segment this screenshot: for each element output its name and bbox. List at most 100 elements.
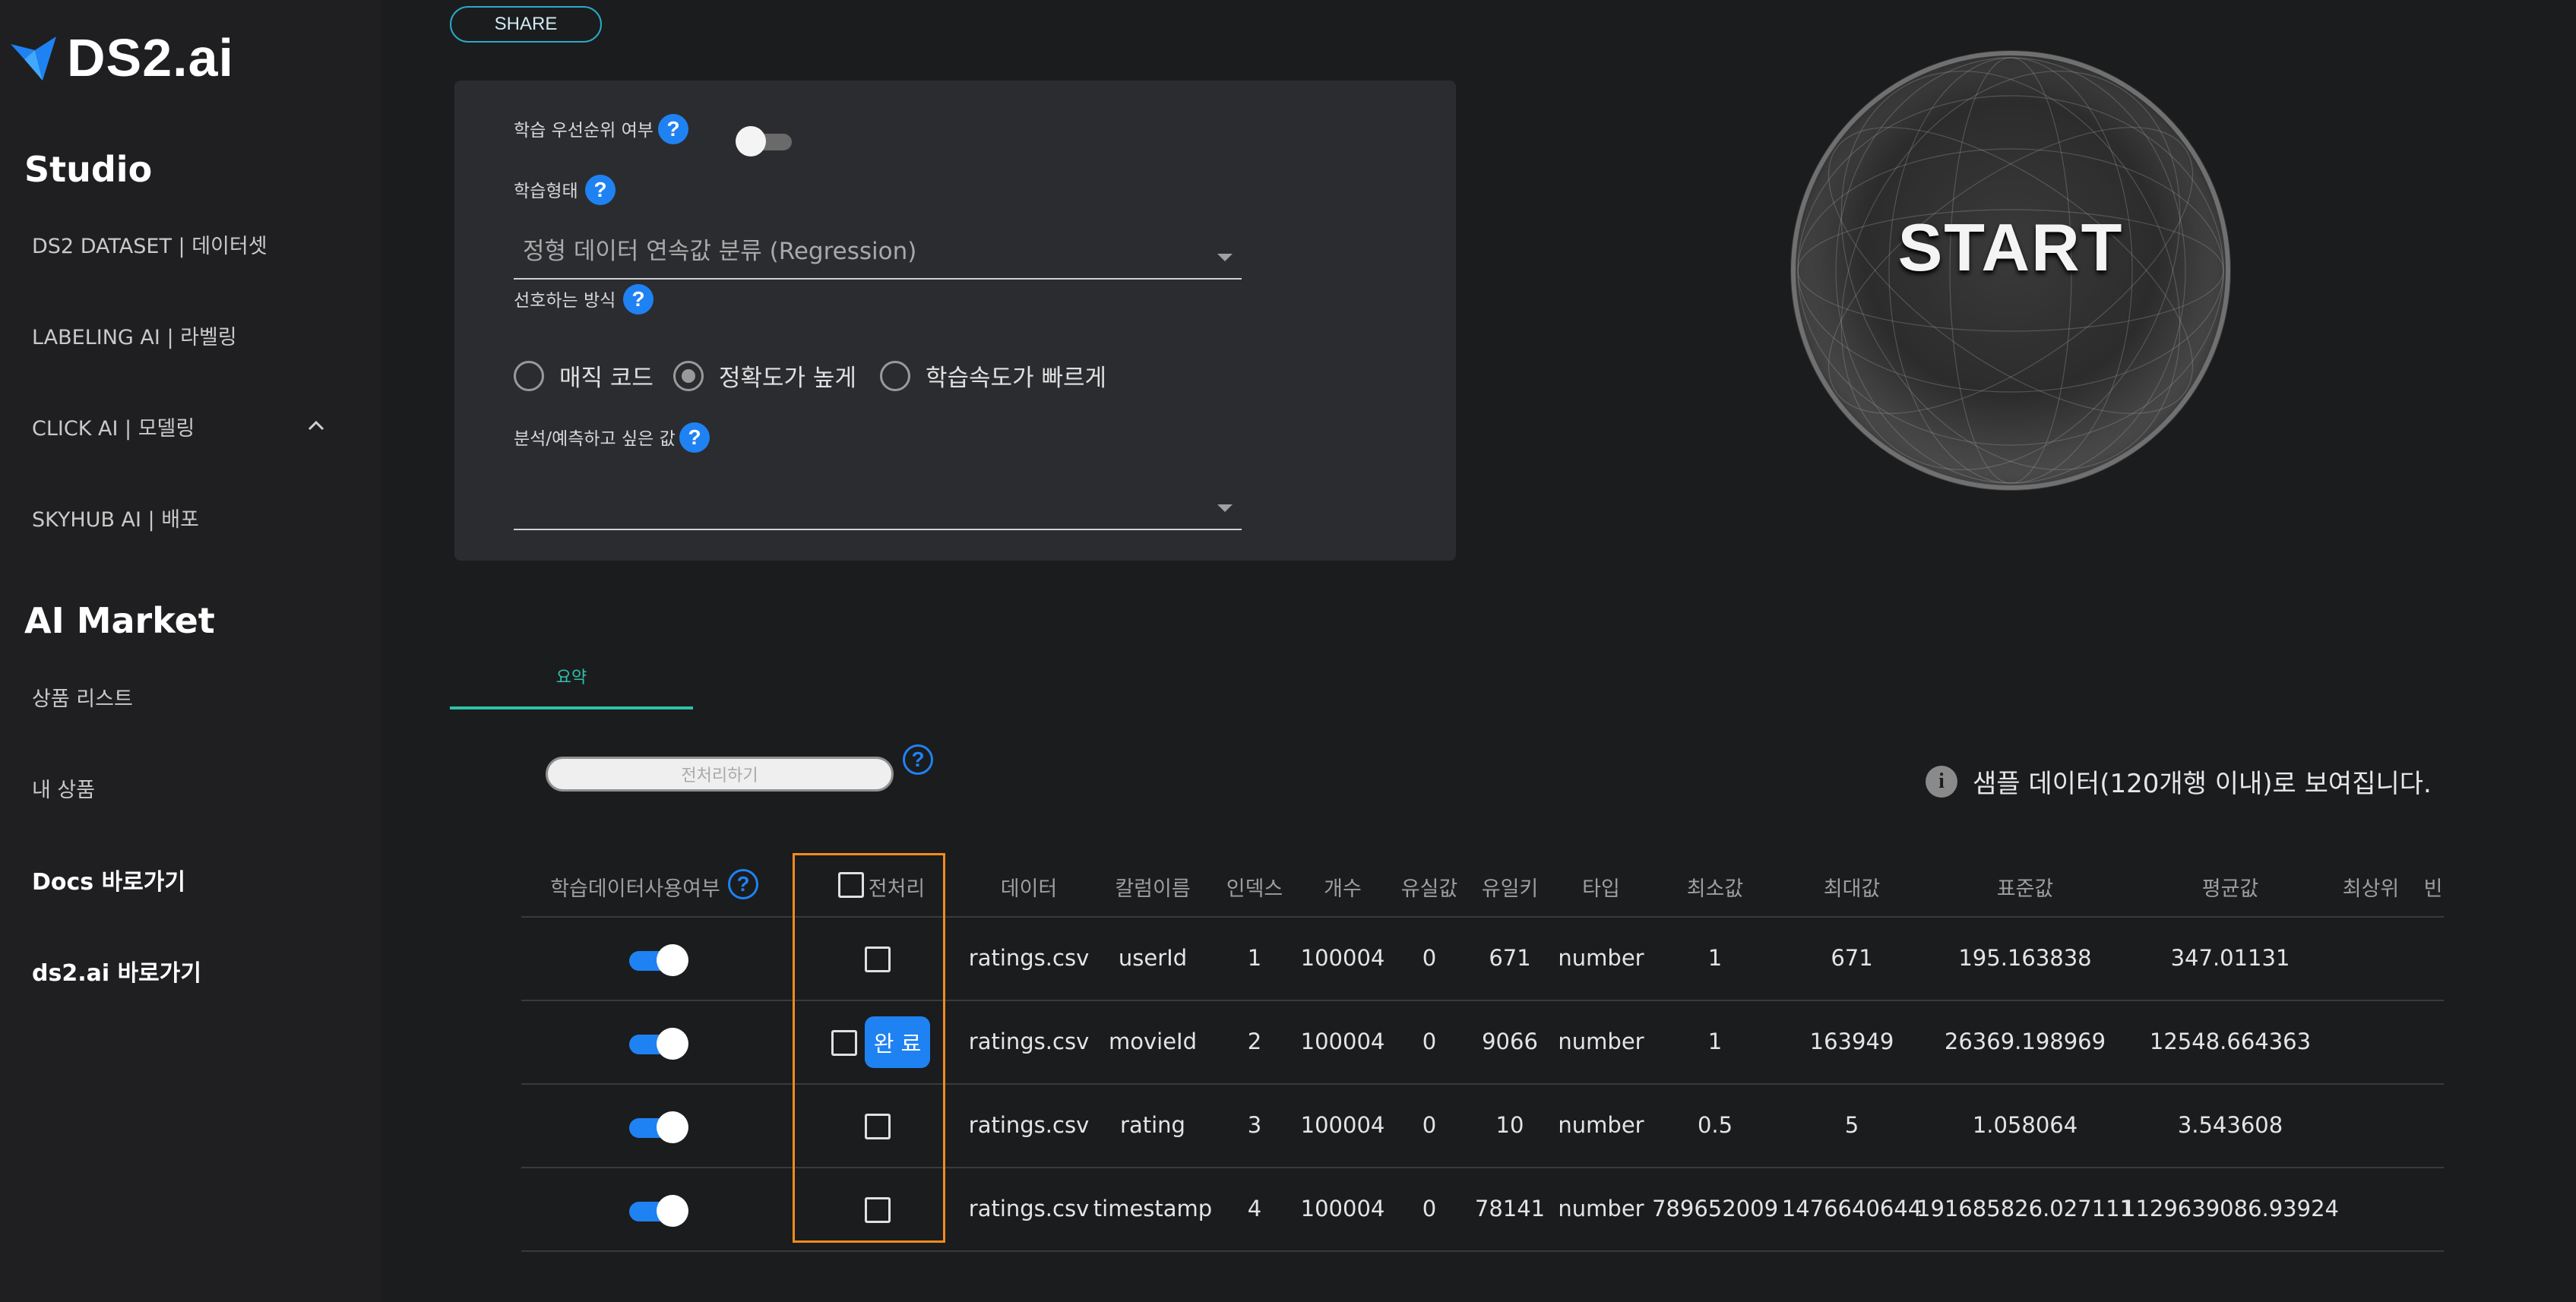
- toggle-knob: [736, 126, 766, 156]
- cell-missing: 0: [1422, 1196, 1437, 1221]
- cell-unique: 9066: [1482, 1029, 1538, 1054]
- col-header-type: 타입: [1582, 877, 1620, 901]
- ds2-site-link[interactable]: ds2.ai 바로가기: [32, 954, 201, 988]
- brand-logo[interactable]: DS2.ai: [9, 27, 234, 88]
- target-select[interactable]: [514, 460, 1242, 530]
- col-header-max: 최대값: [1823, 877, 1881, 901]
- cell-min: 1: [1707, 945, 1723, 971]
- col-header-std: 표준값: [1996, 877, 2054, 901]
- cell-index: 2: [1247, 1029, 1262, 1054]
- col-header-use: 학습데이터사용여부: [550, 877, 720, 901]
- cell-mean: 3.543608: [2177, 1112, 2283, 1138]
- cell-max: 5: [1844, 1112, 1859, 1138]
- start-button[interactable]: START: [1790, 50, 2231, 491]
- sidebar-item-my-products[interactable]: 내 상품: [32, 773, 95, 803]
- use-data-toggle[interactable]: [629, 1027, 690, 1060]
- col-header-unique: 유일키: [1481, 877, 1539, 901]
- help-icon[interactable]: ?: [623, 284, 653, 314]
- cell-std: 191685826.027111: [1916, 1196, 2134, 1221]
- cell-count: 100004: [1300, 945, 1385, 971]
- share-button[interactable]: SHARE: [450, 6, 602, 43]
- help-icon[interactable]: ?: [585, 175, 616, 205]
- toggle-knob: [657, 1195, 688, 1227]
- cell-max: 1476640644: [1781, 1196, 1923, 1221]
- radio-fast-training[interactable]: 학습속도가 빠르게: [880, 359, 1106, 393]
- dropdown-caret-icon: [1217, 254, 1233, 261]
- table-row: 완 료 ratings.csv movieId 2 100004 0 9066 …: [521, 1000, 2444, 1083]
- sidebar-item-dataset[interactable]: DS2 DATASET | 데이터셋: [32, 229, 267, 259]
- training-type-label: 학습형태: [514, 182, 578, 201]
- use-data-toggle[interactable]: [629, 943, 690, 977]
- cell-max: 671: [1831, 945, 1873, 971]
- cell-min: 1: [1707, 1029, 1723, 1054]
- info-icon: i: [1926, 765, 1957, 798]
- radio-high-accuracy[interactable]: 정확도가 높게: [673, 359, 856, 393]
- sample-data-note: i 샘플 데이터(120개행 이내)로 보여집니다.: [1926, 763, 2432, 800]
- help-icon[interactable]: ?: [728, 869, 758, 899]
- preprocess-done-button[interactable]: 완 료: [865, 1016, 930, 1068]
- target-label: 분석/예측하고 싶은 값: [514, 429, 676, 449]
- tab-summary[interactable]: 요약: [450, 659, 693, 713]
- market-section-title: AI Market: [24, 600, 215, 641]
- col-header-index: 인덱스: [1226, 877, 1283, 901]
- cell-mean: 1129639086.93924: [2122, 1196, 2339, 1221]
- use-data-toggle[interactable]: [629, 1194, 690, 1228]
- cell-type: number: [1558, 1029, 1644, 1054]
- table-row: ratings.csv userId 1 100004 0 671 number…: [521, 916, 2444, 1000]
- cell-data: ratings.csv: [968, 1112, 1090, 1138]
- start-label: START: [1897, 210, 2124, 285]
- col-header-count: 개수: [1324, 877, 1362, 901]
- cell-min: 789652009: [1651, 1196, 1779, 1221]
- preprocess-checkbox[interactable]: [865, 1114, 891, 1139]
- preprocess-checkbox[interactable]: [831, 1030, 857, 1056]
- radio-label: 매직 코드: [559, 365, 653, 392]
- priority-toggle[interactable]: [736, 126, 793, 156]
- cell-unique: 78141: [1474, 1196, 1546, 1221]
- radio-label: 정확도가 높게: [719, 365, 856, 392]
- table-row: ratings.csv timestamp 4 100004 0 78141 n…: [521, 1167, 2444, 1250]
- cell-unique: 10: [1495, 1112, 1524, 1138]
- chevron-up-icon[interactable]: [305, 415, 327, 436]
- training-type-value: 정형 데이터 연속값 분류 (Regression): [523, 238, 917, 265]
- radio-circle: [880, 360, 910, 391]
- sidebar-item-modeling[interactable]: CLICK AI | 모델링: [32, 412, 195, 441]
- radio-circle-selected: [673, 360, 704, 391]
- cell-unique: 671: [1489, 945, 1531, 971]
- sidebar-item-labeling[interactable]: LABELING AI | 라벨링: [32, 321, 237, 350]
- ds2-logo-icon: [11, 36, 56, 81]
- sidebar-item-deploy[interactable]: SKYHUB AI | 배포: [32, 503, 199, 532]
- cell-std: 195.163838: [1958, 945, 2092, 971]
- col-header-min: 최소값: [1686, 877, 1744, 901]
- training-type-select[interactable]: 정형 데이터 연속값 분류 (Regression): [514, 214, 1242, 280]
- cell-index: 1: [1247, 945, 1262, 971]
- priority-label: 학습 우선순위 여부: [514, 121, 653, 141]
- cell-index: 3: [1247, 1112, 1262, 1138]
- brand-name: DS2.ai: [67, 28, 234, 87]
- radio-magic-code[interactable]: 매직 코드: [514, 359, 653, 393]
- cell-count: 100004: [1300, 1029, 1385, 1054]
- sidebar: DS2.ai Studio DS2 DATASET | 데이터셋 LABELIN…: [0, 0, 381, 1302]
- cell-missing: 0: [1422, 945, 1437, 971]
- col-header-top: 최상위: [2342, 877, 2400, 901]
- help-icon[interactable]: ?: [679, 422, 710, 453]
- sample-note-text: 샘플 데이터(120개행 이내)로 보여집니다.: [1973, 769, 2432, 799]
- cell-std: 1.058064: [1972, 1112, 2078, 1138]
- select-all-preprocess-checkbox[interactable]: [838, 872, 864, 898]
- preprocess-checkbox[interactable]: [865, 1197, 891, 1223]
- sidebar-item-product-list[interactable]: 상품 리스트: [32, 682, 133, 712]
- help-icon[interactable]: ?: [658, 114, 688, 144]
- col-header-preprocess: 전처리: [868, 877, 926, 901]
- use-data-toggle[interactable]: [629, 1111, 690, 1144]
- toggle-knob: [657, 944, 688, 976]
- table-header: 학습데이터사용여부 ? 전처리 데이터 칼럼이름 인덱스 개수 유실값 유일키 …: [0, 857, 2576, 912]
- preprocess-checkbox[interactable]: [865, 946, 891, 972]
- cell-missing: 0: [1422, 1029, 1437, 1054]
- cell-type: number: [1558, 1112, 1644, 1138]
- cell-data: ratings.csv: [968, 945, 1090, 971]
- cell-missing: 0: [1422, 1112, 1437, 1138]
- training-settings-panel: 학습 우선순위 여부 ? 학습형태 ? 정형 데이터 연속값 분류 (Regre…: [454, 81, 1456, 561]
- help-icon[interactable]: ?: [903, 744, 933, 775]
- cell-type: number: [1558, 945, 1644, 971]
- col-header-column: 칼럼이름: [1115, 877, 1191, 901]
- preprocess-button[interactable]: 전처리하기: [546, 757, 894, 792]
